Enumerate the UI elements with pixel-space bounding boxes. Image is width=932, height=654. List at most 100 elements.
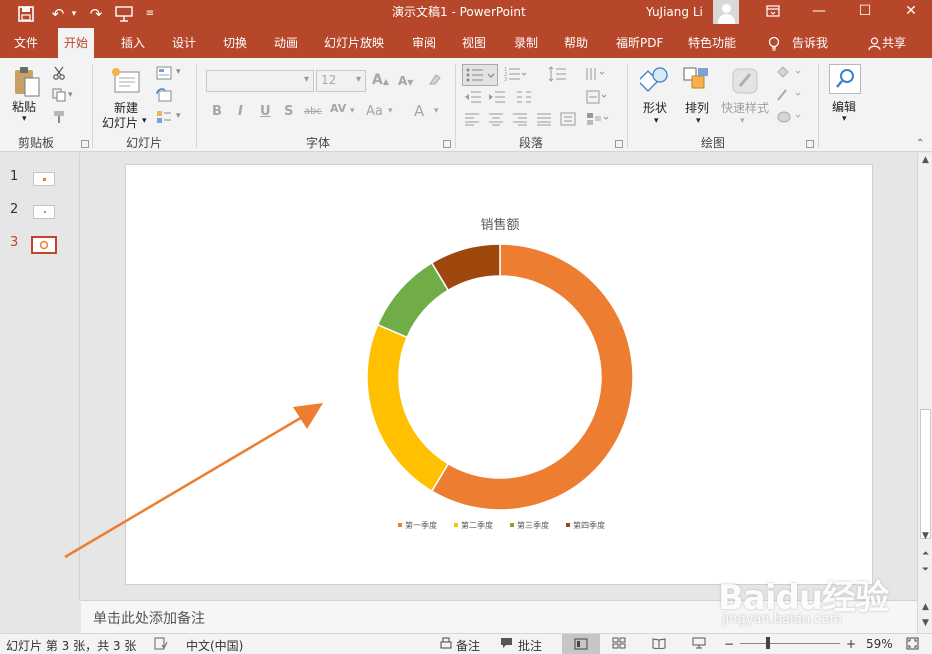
font-size-dropdown-icon[interactable]: ▾ [356, 74, 361, 85]
tell-me-search[interactable]: 告诉我 [786, 28, 834, 58]
font-name-combo[interactable]: ▾ [206, 70, 314, 92]
slide-thumbnail-3[interactable] [31, 236, 57, 254]
columns-icon[interactable] [516, 90, 532, 107]
paste-dropdown-icon[interactable]: ▾ [22, 114, 27, 124]
maximize-icon[interactable]: ☐ [850, 0, 880, 24]
slide-thumbnail-2[interactable] [33, 205, 55, 219]
font-color-dropdown-icon[interactable]: ▾ [434, 106, 439, 116]
decrease-font-size-icon[interactable]: A▼ [398, 74, 413, 88]
section-icon[interactable] [156, 110, 172, 127]
shape-effects-icon[interactable] [776, 110, 806, 127]
reading-view-icon[interactable] [652, 637, 666, 652]
arrange-dropdown-icon[interactable]: ▾ [696, 116, 701, 126]
paragraph-launcher-icon[interactable] [615, 140, 623, 148]
new-slide-label-2[interactable]: 幻灯片 [102, 114, 138, 131]
scroll-down-icon[interactable]: ▼ [918, 531, 932, 541]
drawing-launcher-icon[interactable] [806, 140, 814, 148]
font-name-dropdown-icon[interactable]: ▾ [304, 74, 309, 85]
paste-button[interactable]: 粘贴 [12, 98, 36, 115]
minimize-icon[interactable]: — [804, 0, 834, 24]
align-center-icon[interactable] [488, 112, 504, 129]
increase-font-size-icon[interactable]: A▲ [372, 72, 389, 88]
tab-home[interactable]: 开始 [58, 28, 95, 58]
slide-thumbnail-1[interactable] [33, 172, 55, 186]
arrange-button[interactable]: 排列 [685, 99, 709, 116]
tab-foxit-pdf[interactable]: 福昕PDF [610, 28, 669, 58]
zoom-level[interactable]: 59% [866, 637, 893, 651]
align-right-icon[interactable] [512, 112, 528, 129]
line-spacing-icon[interactable] [548, 66, 572, 85]
tab-insert[interactable]: 插入 [115, 28, 151, 58]
arrange-icon[interactable] [682, 66, 710, 97]
font-color-icon[interactable]: A [414, 102, 424, 120]
scroll-up-icon[interactable]: ▲ [918, 155, 932, 165]
doughnut-slice-q2[interactable] [366, 323, 450, 493]
previous-slide-icon[interactable]: ⏶ [918, 549, 932, 559]
user-name[interactable]: YuJiang Li [646, 0, 703, 24]
editing-button[interactable]: 编辑 [832, 98, 856, 115]
section-dropdown-icon[interactable]: ▾ [176, 111, 181, 121]
tab-special-features[interactable]: 特色功能 [682, 28, 742, 58]
notes-toggle[interactable]: 备注 [456, 637, 480, 654]
redo-icon[interactable]: ↷ [84, 0, 108, 28]
slideshow-view-icon[interactable] [692, 637, 706, 652]
share-button[interactable]: 共享 [880, 28, 912, 58]
notes-placeholder[interactable]: 单击此处添加备注 [93, 608, 205, 628]
start-slideshow-icon[interactable] [112, 0, 136, 28]
font-size-combo[interactable]: 12 ▾ [316, 70, 366, 92]
undo-dropdown-icon[interactable]: ▾ [68, 0, 80, 28]
copy-dropdown-icon[interactable]: ▾ [68, 90, 73, 100]
tab-view[interactable]: 视图 [456, 28, 492, 58]
normal-view-icon[interactable] [562, 634, 600, 654]
comments-icon[interactable] [500, 637, 513, 652]
shape-fill-icon[interactable] [776, 66, 806, 83]
ribbon-display-options-icon[interactable] [758, 0, 788, 24]
underline-icon[interactable]: U [260, 104, 271, 119]
character-spacing-icon[interactable]: AV [330, 102, 346, 115]
save-icon[interactable] [14, 0, 38, 28]
comments-toggle[interactable]: 批注 [518, 637, 542, 654]
reset-icon[interactable] [156, 88, 172, 105]
editing-dropdown-icon[interactable]: ▾ [842, 114, 847, 124]
zoom-slider-handle[interactable] [766, 637, 770, 649]
tab-review[interactable]: 审阅 [406, 28, 442, 58]
tab-design[interactable]: 设计 [166, 28, 202, 58]
format-painter-icon[interactable] [52, 110, 66, 127]
notes-toggle-icon[interactable] [440, 637, 452, 652]
layout-dropdown-icon[interactable]: ▾ [176, 67, 181, 77]
tab-help[interactable]: 帮助 [558, 28, 594, 58]
shape-outline-icon[interactable] [776, 88, 806, 105]
copy-icon[interactable] [52, 88, 66, 105]
quick-styles-button[interactable]: 快速样式 [721, 99, 769, 116]
shapes-dropdown-icon[interactable]: ▾ [654, 116, 659, 126]
avatar[interactable] [713, 0, 739, 24]
zoom-out-icon[interactable]: − [724, 637, 734, 651]
close-icon[interactable]: ✕ [896, 0, 926, 24]
quick-styles-icon[interactable] [730, 66, 760, 99]
align-left-icon[interactable] [464, 112, 480, 129]
text-direction-icon[interactable] [584, 66, 610, 85]
zoom-in-icon[interactable]: + [846, 637, 856, 651]
scrollbar-thumb[interactable] [920, 409, 931, 539]
strikethrough-icon[interactable]: abc [304, 106, 322, 117]
shapes-icon[interactable] [637, 66, 670, 97]
tab-transitions[interactable]: 切换 [217, 28, 253, 58]
shapes-button[interactable]: 形状 [643, 99, 667, 116]
fit-to-window-icon[interactable] [906, 637, 919, 653]
change-case-icon[interactable]: Aa [366, 104, 383, 119]
text-shadow-icon[interactable]: S [284, 104, 293, 119]
notes-scrollbar[interactable]: ▲ ▼ [917, 600, 932, 633]
paste-icon[interactable] [12, 66, 42, 98]
cut-icon[interactable] [52, 66, 66, 83]
new-slide-icon[interactable] [110, 66, 142, 99]
tab-file[interactable]: 文件 [8, 28, 44, 58]
decrease-indent-icon[interactable] [464, 90, 482, 107]
clipboard-launcher-icon[interactable] [81, 140, 89, 148]
next-slide-icon[interactable]: ⏷ [918, 565, 932, 575]
distributed-icon[interactable] [560, 112, 576, 129]
clear-formatting-icon[interactable] [428, 72, 442, 90]
language-indicator[interactable]: 中文(中国) [186, 637, 243, 654]
vertical-scrollbar[interactable]: ▲ ▼ ⏶ ⏷ [917, 153, 932, 600]
collapse-ribbon-icon[interactable]: ⌃ [916, 138, 924, 149]
justify-icon[interactable] [536, 112, 552, 129]
